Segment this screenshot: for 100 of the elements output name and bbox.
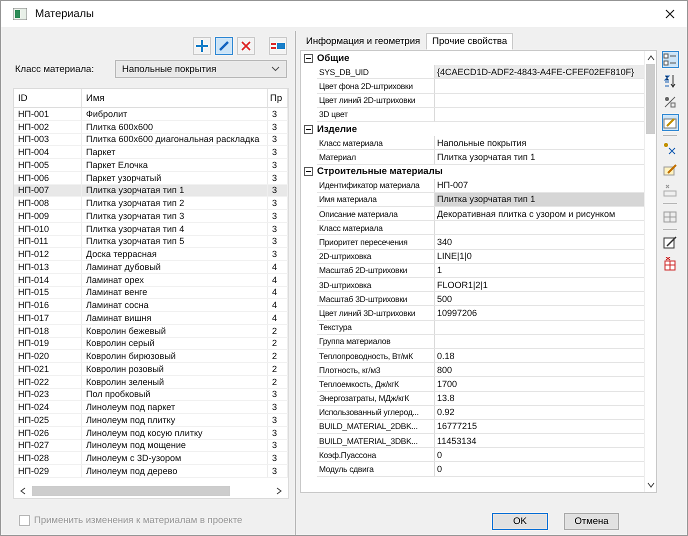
property-name[interactable]: Модуль сдвига [317, 462, 435, 477]
scroll-right-icon[interactable] [276, 486, 282, 495]
property-name[interactable]: Цвет фона 2D-штриховки [317, 79, 435, 94]
categorized-icon[interactable] [662, 51, 678, 68]
add-button[interactable] [193, 37, 211, 55]
property-value[interactable]: 500 [435, 292, 644, 306]
table-row[interactable]: НП-023 Пол пробковый 3 [14, 388, 288, 402]
property-name[interactable]: 2D-штриховка [317, 250, 435, 264]
scroll-up-icon[interactable] [646, 55, 654, 61]
property-name[interactable]: Плотность, кг/м3 [317, 363, 435, 378]
scroll-left-icon[interactable] [20, 486, 26, 495]
property-value[interactable]: 1 [435, 264, 644, 278]
property-value[interactable]: Напольные покрытия [435, 136, 644, 150]
table-row[interactable]: НП-024 Линолеум под паркет 3 [14, 401, 288, 414]
table-row[interactable]: НП-010 Плитка узорчатая тип 4 3 [14, 222, 288, 236]
sort-icon[interactable] [662, 72, 678, 89]
table-row[interactable]: НП-025 Линолеум под плитку 3 [14, 414, 288, 427]
column-header[interactable]: Имя [82, 89, 268, 107]
table-row[interactable]: НП-005 Паркет Елочка 3 [14, 159, 288, 172]
table-row[interactable]: НП-014 Ламинат орех 4 [14, 274, 288, 286]
property-name[interactable]: Приоритет пересечения [317, 235, 435, 250]
table-row[interactable]: НП-028 Линолеум с 3D-узором 3 [14, 452, 288, 465]
table-row[interactable]: НП-008 Плитка узорчатая тип 2 3 [14, 197, 288, 210]
table-row[interactable]: НП-017 Ламинат вишня 4 [14, 312, 288, 325]
property-name[interactable]: Материал [317, 150, 435, 164]
table-row[interactable]: НП-016 Ламинат сосна 4 [14, 299, 288, 312]
delete-table-icon[interactable] [662, 255, 678, 272]
property-name[interactable]: Коэф.Пуассона [317, 448, 435, 462]
property-name[interactable]: Масштаб 2D-штриховки [317, 264, 435, 278]
table-row[interactable]: НП-027 Линолеум под мощение 3 [14, 440, 288, 452]
table-row[interactable]: НП-021 Ковролин розовый 2 [14, 363, 288, 376]
ok-button[interactable]: OK [492, 513, 548, 530]
property-value[interactable]: Плитка узорчатая тип 1 [435, 192, 644, 208]
table-row[interactable]: НП-019 Ковролин серый 2 [14, 338, 288, 350]
property-name[interactable]: Цвет линий 3D-штриховки [317, 306, 435, 321]
property-value[interactable]: LINE|1|0 [435, 250, 644, 264]
property-name[interactable]: 3D-штриховка [317, 278, 435, 292]
collapse-icon[interactable] [304, 54, 313, 63]
scroll-down-icon[interactable] [646, 482, 654, 488]
property-name[interactable]: BUILD_MATERIAL_2DBK... [317, 420, 435, 434]
property-value[interactable]: {4CAECD1D-ADF2-4843-A4FE-CFEF02EF810F} [435, 65, 644, 80]
property-name[interactable]: Теплопроводность, Вт/мК [317, 348, 435, 364]
table-row[interactable]: НП-020 Ковролин бирюзовый 2 [14, 350, 288, 363]
property-name[interactable]: Класс материала [317, 221, 435, 236]
table-row[interactable]: НП-002 Плитка 600х600 3 [14, 120, 288, 134]
sign-icon[interactable] [662, 234, 678, 251]
table-row[interactable]: НП-011 Плитка узорчатая тип 5 3 [14, 236, 288, 248]
edit-button[interactable] [215, 37, 233, 55]
table-row[interactable]: НП-013 Ламинат дубовый 4 [14, 261, 288, 274]
table-row[interactable]: НП-015 Ламинат венге 4 [14, 286, 288, 300]
collapse-icon[interactable] [304, 124, 313, 134]
property-value[interactable]: 0.92 [435, 406, 644, 420]
property-value[interactable]: Декоративная плитка с узором и рисунком [435, 207, 644, 222]
table-row[interactable]: НП-003 Плитка 600х600 диагональная раскладка 3 [14, 134, 288, 146]
table-row[interactable]: НП-026 Линолеум под косую плитку 3 [14, 426, 288, 440]
property-name[interactable]: Использованный углерод... [317, 406, 435, 420]
cancel-button[interactable]: Отмена [564, 513, 619, 530]
table-row[interactable]: НП-018 Ковролин бежевый 2 [14, 324, 288, 338]
property-name[interactable]: 3D цвет [317, 108, 435, 122]
assign-button[interactable] [269, 37, 287, 55]
close-icon[interactable] [665, 9, 675, 19]
property-name[interactable]: Теплоемкость, Дж/кгК [317, 377, 435, 392]
property-name[interactable]: BUILD_MATERIAL_3DBK... [317, 434, 435, 448]
edit-grid-icon[interactable] [662, 114, 678, 131]
property-value[interactable]: Плитка узорчатая тип 1 [435, 150, 644, 164]
property-name[interactable]: Масштаб 3D-штриховки [317, 292, 435, 306]
tab[interactable]: Прочие свойства [426, 33, 514, 50]
table-row[interactable]: НП-022 Ковролин зеленый 2 [14, 376, 288, 388]
property-value[interactable]: 1700 [435, 377, 644, 392]
property-name[interactable]: Описание материала [317, 207, 435, 222]
property-name[interactable]: Класс материала [317, 136, 435, 150]
table-row[interactable]: НП-007 Плитка узорчатая тип 1 3 [14, 184, 288, 198]
property-name[interactable]: Цвет линий 2D-штриховки [317, 94, 435, 108]
delete-button[interactable] [237, 37, 255, 55]
property-name[interactable]: Идентификатор материала [317, 178, 435, 193]
property-name[interactable]: SYS_DB_UID [317, 65, 435, 80]
property-value[interactable]: 16777215 [435, 420, 644, 434]
column-header[interactable]: Пр [268, 89, 288, 107]
collapse-icon[interactable] [304, 167, 313, 176]
property-value[interactable]: 10997206 [435, 306, 644, 321]
table-row[interactable]: НП-004 Паркет 3 [14, 146, 288, 159]
property-value[interactable]: 0 [435, 462, 644, 477]
property-value[interactable]: 11453134 [435, 434, 644, 448]
table-row[interactable]: НП-012 Доска террасная 3 [14, 248, 288, 261]
formula-icon[interactable] [662, 140, 678, 157]
property-name[interactable]: Группа материалов [317, 334, 435, 349]
property-value[interactable]: 13.8 [435, 392, 644, 406]
property-value[interactable]: 340 [435, 235, 644, 250]
table-row[interactable]: НП-009 Плитка узорчатая тип 3 3 [14, 210, 288, 223]
table-row[interactable]: НП-001 Фибролит 3 [14, 108, 288, 121]
property-value[interactable]: 0.18 [435, 348, 644, 364]
table-row[interactable]: НП-029 Линолеум под дерево 3 [14, 465, 288, 478]
property-name[interactable]: Текстура [317, 320, 435, 335]
scrollbar-thumb[interactable] [646, 64, 655, 134]
property-name[interactable]: Энергозатраты, МДж/кгК [317, 392, 435, 406]
property-name[interactable]: Имя материала [317, 192, 435, 208]
scrollbar-thumb[interactable] [32, 486, 230, 496]
property-value[interactable]: 800 [435, 363, 644, 378]
property-value[interactable]: 0 [435, 448, 644, 462]
property-value[interactable]: FLOOR1|2|1 [435, 278, 644, 292]
